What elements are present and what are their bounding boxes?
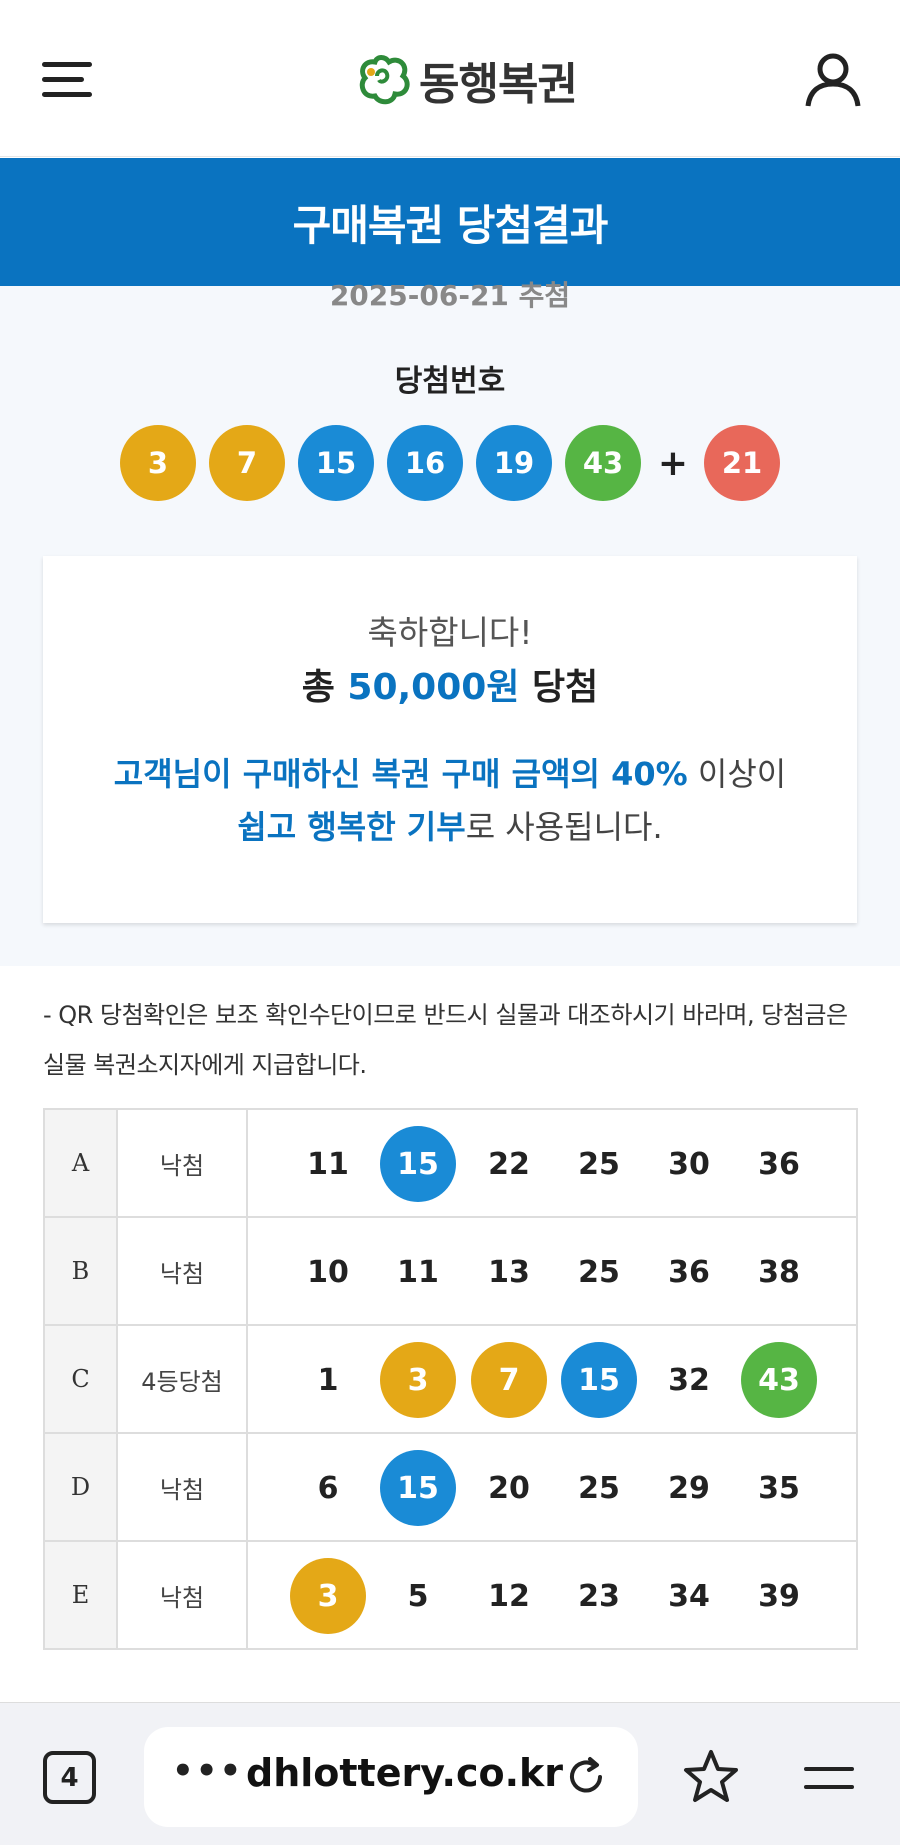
address-bar[interactable]: ••• dhlottery.co.kr	[144, 1727, 638, 1827]
ticket-slot: D	[43, 1432, 118, 1542]
ticket-numbers: 10 11 13 25 36 38	[246, 1216, 858, 1326]
matched-number: 15	[561, 1342, 637, 1418]
winning-ball: 19	[476, 425, 552, 501]
winning-ball: 15	[298, 425, 374, 501]
logo[interactable]: 동행복권	[355, 50, 578, 110]
hamburger-icon[interactable]	[42, 58, 92, 102]
ticket-number: 36	[758, 1146, 800, 1182]
congrats-text: 축하합니다!	[367, 613, 533, 652]
ticket-slot: B	[43, 1216, 118, 1326]
winning-ball: 43	[565, 425, 641, 501]
ticket-number: 35	[758, 1470, 800, 1506]
ticket-rank: 4등당첨	[116, 1324, 248, 1434]
star-icon[interactable]	[681, 1747, 741, 1807]
ticket-number: 29	[668, 1470, 710, 1506]
ticket-number: 25	[578, 1254, 620, 1290]
total-prize: 총 50,000원 당첨	[43, 658, 857, 710]
donation-text-2: 로 사용됩니다.	[465, 808, 663, 846]
ticket-rank: 낙첨	[116, 1540, 248, 1650]
ticket-number: 22	[488, 1146, 530, 1182]
ticket-slot: A	[43, 1108, 118, 1218]
winning-ball: 16	[387, 425, 463, 501]
ticket-rank: 낙첨	[116, 1432, 248, 1542]
ticket-slot: E	[43, 1540, 118, 1650]
ticket-number: 13	[488, 1254, 530, 1290]
ticket-rank: 낙첨	[116, 1108, 248, 1218]
ticket-number: 38	[758, 1254, 800, 1290]
matched-number: 3	[380, 1342, 456, 1418]
ticket-numbers: 1 3 7 15 32 43	[246, 1324, 858, 1434]
ticket-row: D 낙첨 6 15 20 25 29 35	[43, 1432, 858, 1542]
ticket-number: 23	[578, 1578, 620, 1614]
menu-icon[interactable]	[804, 1763, 854, 1793]
ticket-number: 20	[488, 1470, 530, 1506]
total-prefix: 총	[301, 667, 335, 708]
browser-toolbar: 4 ••• dhlottery.co.kr	[0, 1702, 900, 1845]
matched-number: 15	[380, 1450, 456, 1526]
ticket-number: 39	[758, 1578, 800, 1614]
ticket-results-table: A 낙첨 11 15 22 25 30 36 B 낙첨 10 11 13 25 36 38 C 4등당첨 1 3 7 15…	[43, 1108, 858, 1650]
page-title: 구매복권 당첨결과	[292, 200, 609, 250]
matched-number: 15	[380, 1126, 456, 1202]
page-title-bar: 구매복권 당첨결과	[0, 158, 900, 286]
logo-text: 동행복권	[419, 59, 578, 110]
prize-card: 축하합니다! 총 50,000원 당첨 고객님이 구매하신 복권 구매 금액의 …	[43, 556, 857, 923]
draw-result-section: 2025-06-21 추첨 당첨번호 3 7 15 16 19 43 21 + 축하합니다!…	[0, 279, 900, 966]
ticket-number: 25	[578, 1470, 620, 1506]
ticket-number: 25	[578, 1146, 620, 1182]
donation-text-1: 이상이	[687, 755, 787, 793]
winning-numbers: 3 7 15 16 19 43 21	[0, 425, 900, 501]
donation-message: 고객님이 구매하신 복권 구매 금액의 40% 이상이 쉽고 행복한 기부로 사…	[43, 748, 857, 854]
ticket-numbers: 3 5 12 23 34 39	[246, 1540, 858, 1650]
user-icon[interactable]	[804, 50, 862, 108]
clover-logo-icon	[359, 55, 410, 105]
ticket-slot: C	[43, 1324, 118, 1434]
winning-numbers-label: 당첨번호	[394, 364, 506, 399]
winning-ball: 7	[209, 425, 285, 501]
top-header: 동행복권	[0, 0, 900, 157]
ticket-number: 10	[307, 1254, 349, 1290]
ticket-number: 34	[668, 1578, 710, 1614]
reload-icon[interactable]	[564, 1755, 608, 1799]
ticket-number: 32	[668, 1362, 710, 1398]
ticket-numbers: 11 15 22 25 30 36	[246, 1108, 858, 1218]
matched-number: 7	[471, 1342, 547, 1418]
total-suffix: 당첨	[532, 667, 599, 708]
ticket-row: A 낙첨 11 15 22 25 30 36	[43, 1108, 858, 1218]
winning-ball: 3	[120, 425, 196, 501]
ticket-number: 5	[407, 1578, 429, 1614]
tab-count-button[interactable]: 4	[43, 1751, 96, 1804]
ticket-row: C 4등당첨 1 3 7 15 32 43	[43, 1324, 858, 1434]
qr-notice: - QR 당첨확인은 보조 확인수단이므로 반드시 실물과 대조하시기 바라며,…	[43, 1001, 848, 1079]
ticket-number: 6	[317, 1470, 339, 1506]
donation-highlight-2: 쉽고 행복한 기부	[237, 808, 466, 846]
bonus-plus: +	[657, 442, 689, 484]
ticket-number: 11	[397, 1254, 439, 1290]
more-dots-icon[interactable]: •••	[172, 1751, 243, 1791]
draw-date: 2025-06-21 추첨	[329, 279, 571, 312]
ticket-number: 30	[668, 1146, 710, 1182]
total-amount: 50,000원	[347, 667, 520, 708]
ticket-number: 11	[307, 1146, 349, 1182]
ticket-number: 36	[668, 1254, 710, 1290]
matched-number: 43	[741, 1342, 817, 1418]
ticket-row: B 낙첨 10 11 13 25 36 38	[43, 1216, 858, 1326]
ticket-number: 12	[488, 1578, 530, 1614]
ticket-row: E 낙첨 3 5 12 23 34 39	[43, 1540, 858, 1650]
bonus-ball: 21	[704, 425, 780, 501]
ticket-number: 1	[317, 1362, 339, 1398]
donation-highlight-1: 고객님이 구매하신 복권 구매 금액의 40%	[113, 755, 688, 793]
ticket-numbers: 6 15 20 25 29 35	[246, 1432, 858, 1542]
ticket-rank: 낙첨	[116, 1216, 248, 1326]
url-text[interactable]: dhlottery.co.kr	[246, 1751, 563, 1795]
matched-number: 3	[290, 1558, 366, 1634]
